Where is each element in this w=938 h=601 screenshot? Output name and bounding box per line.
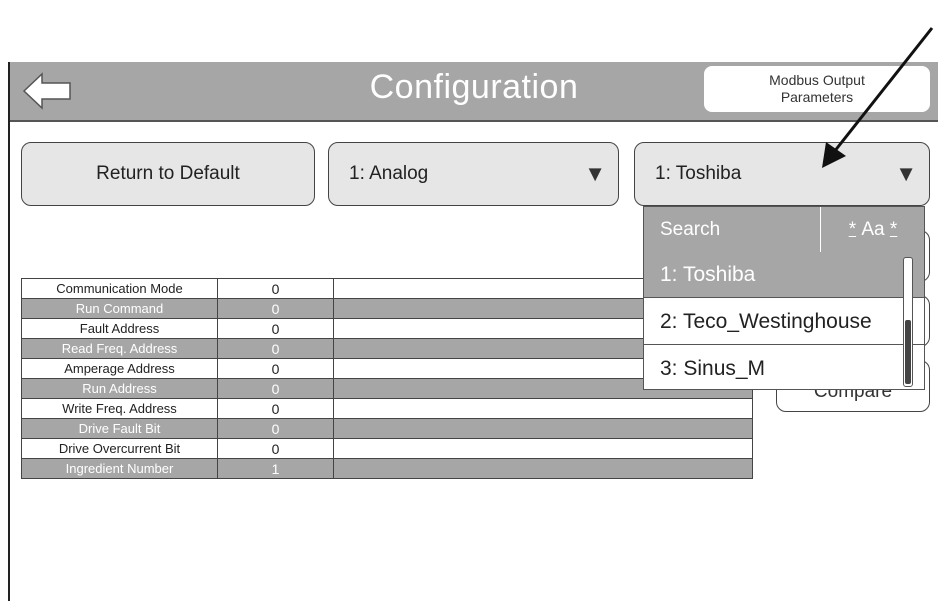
param-value[interactable]: 0 (217, 278, 334, 299)
case-sensitivity-toggle[interactable]: * Aa * (820, 207, 924, 252)
table-row: Drive Overcurrent Bit 0 (21, 438, 753, 459)
param-label: Drive Fault Bit (21, 418, 218, 439)
param-extra-cell (333, 418, 753, 439)
param-label: Drive Overcurrent Bit (21, 438, 218, 459)
param-value[interactable]: 0 (217, 378, 334, 399)
param-label: Run Address (21, 378, 218, 399)
param-label: Amperage Address (21, 358, 218, 379)
input-type-select[interactable]: 1: Analog ▼ (328, 142, 619, 206)
drive-dropdown-list[interactable]: Search * Aa * 1: Toshiba 2: Teco_Westing… (643, 206, 925, 390)
case-toggle-label: Aa (861, 218, 885, 240)
param-value[interactable]: 0 (217, 418, 334, 439)
param-value[interactable]: 0 (217, 318, 334, 339)
table-row: Drive Fault Bit 0 (21, 418, 753, 439)
param-extra-cell (333, 438, 753, 459)
return-to-default-button[interactable]: Return to Default (21, 142, 315, 206)
param-value[interactable]: 0 (217, 338, 334, 359)
param-extra-cell (333, 458, 753, 479)
param-label: Run Command (21, 298, 218, 319)
modbus-output-parameters-button[interactable]: Modbus Output Parameters (704, 66, 930, 112)
param-value[interactable]: 0 (217, 358, 334, 379)
input-type-select-value: 1: Analog (349, 163, 429, 184)
dropdown-item-sinus-m[interactable]: 3: Sinus_M (644, 346, 924, 389)
param-extra-cell (333, 398, 753, 419)
param-label: Communication Mode (21, 278, 218, 299)
param-value[interactable]: 0 (217, 298, 334, 319)
table-row: Ingredient Number 1 (21, 458, 753, 479)
dropdown-item-teco-westinghouse[interactable]: 2: Teco_Westinghouse (644, 299, 924, 345)
case-toggle-mark-right: * (889, 218, 898, 240)
title-bar: Configuration Modbus Output Parameters (10, 62, 938, 122)
param-value[interactable]: 0 (217, 438, 334, 459)
param-label: Ingredient Number (21, 458, 218, 479)
param-value[interactable]: 0 (217, 398, 334, 419)
caret-down-icon: ▼ (584, 161, 606, 186)
drive-type-select-value: 1: Toshiba (655, 163, 742, 184)
param-label: Fault Address (21, 318, 218, 339)
dropdown-scrollbar[interactable] (903, 257, 913, 387)
dropdown-item-toshiba[interactable]: 1: Toshiba (644, 252, 924, 298)
caret-down-icon: ▼ (895, 161, 917, 186)
param-label: Write Freq. Address (21, 398, 218, 419)
table-row: Write Freq. Address 0 (21, 398, 753, 419)
param-value[interactable]: 1 (217, 458, 334, 479)
dropdown-scrollbar-thumb[interactable] (905, 320, 911, 384)
param-label: Read Freq. Address (21, 338, 218, 359)
drive-type-select[interactable]: 1: Toshiba ▼ (634, 142, 930, 206)
frame-left-border (8, 62, 10, 601)
case-toggle-mark-left: * (848, 218, 857, 240)
dropdown-search-field[interactable]: Search (644, 207, 820, 252)
